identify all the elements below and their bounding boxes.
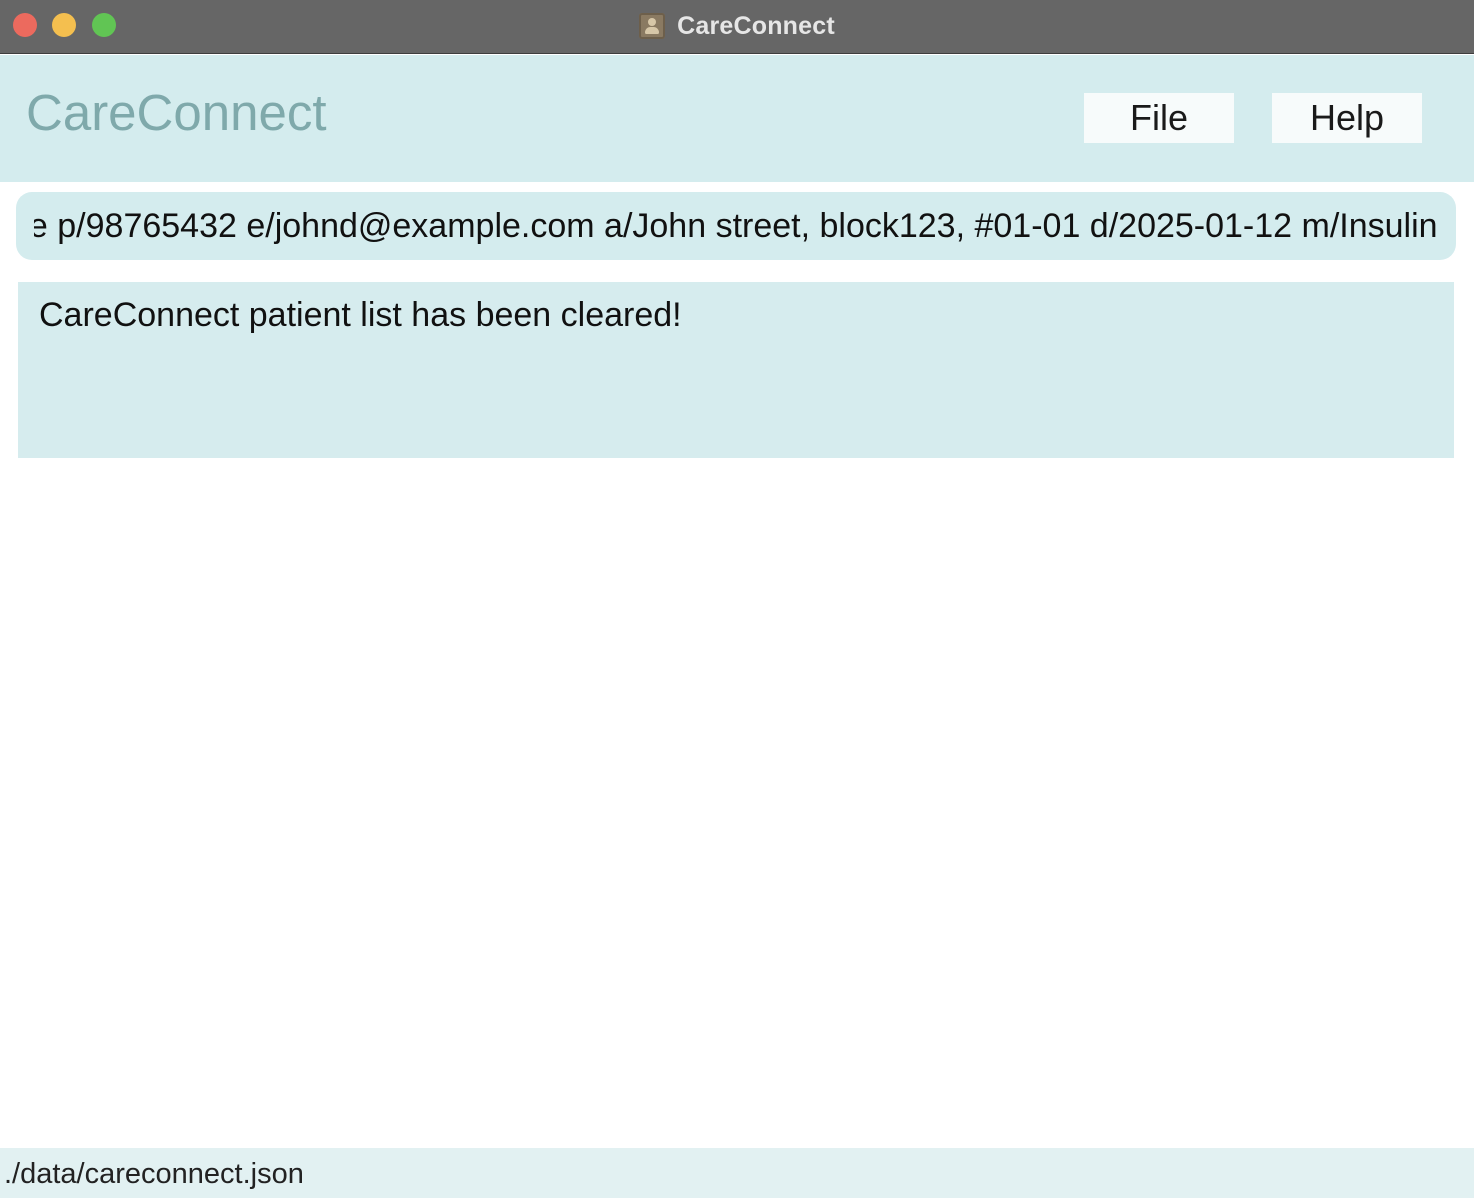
window-title-group: CareConnect (0, 0, 1474, 52)
result-display: CareConnect patient list has been cleare… (18, 282, 1454, 458)
status-bar: ./data/careconnect.json (0, 1148, 1474, 1198)
app-name-label: CareConnect (26, 84, 327, 141)
command-box[interactable] (16, 192, 1456, 260)
save-file-path: ./data/careconnect.json (4, 1158, 304, 1190)
header-bar: CareConnect File Help (0, 55, 1474, 182)
result-message: CareConnect patient list has been cleare… (39, 296, 682, 334)
help-menu-button[interactable]: Help (1272, 93, 1422, 143)
file-menu-button[interactable]: File (1084, 93, 1234, 143)
command-input[interactable] (34, 192, 1438, 260)
app-window: CareConnect CareConnect File Help CareCo… (0, 0, 1474, 1198)
title-bar[interactable]: CareConnect (0, 0, 1474, 54)
contacts-book-icon (639, 13, 666, 39)
window-title: CareConnect (677, 11, 835, 40)
